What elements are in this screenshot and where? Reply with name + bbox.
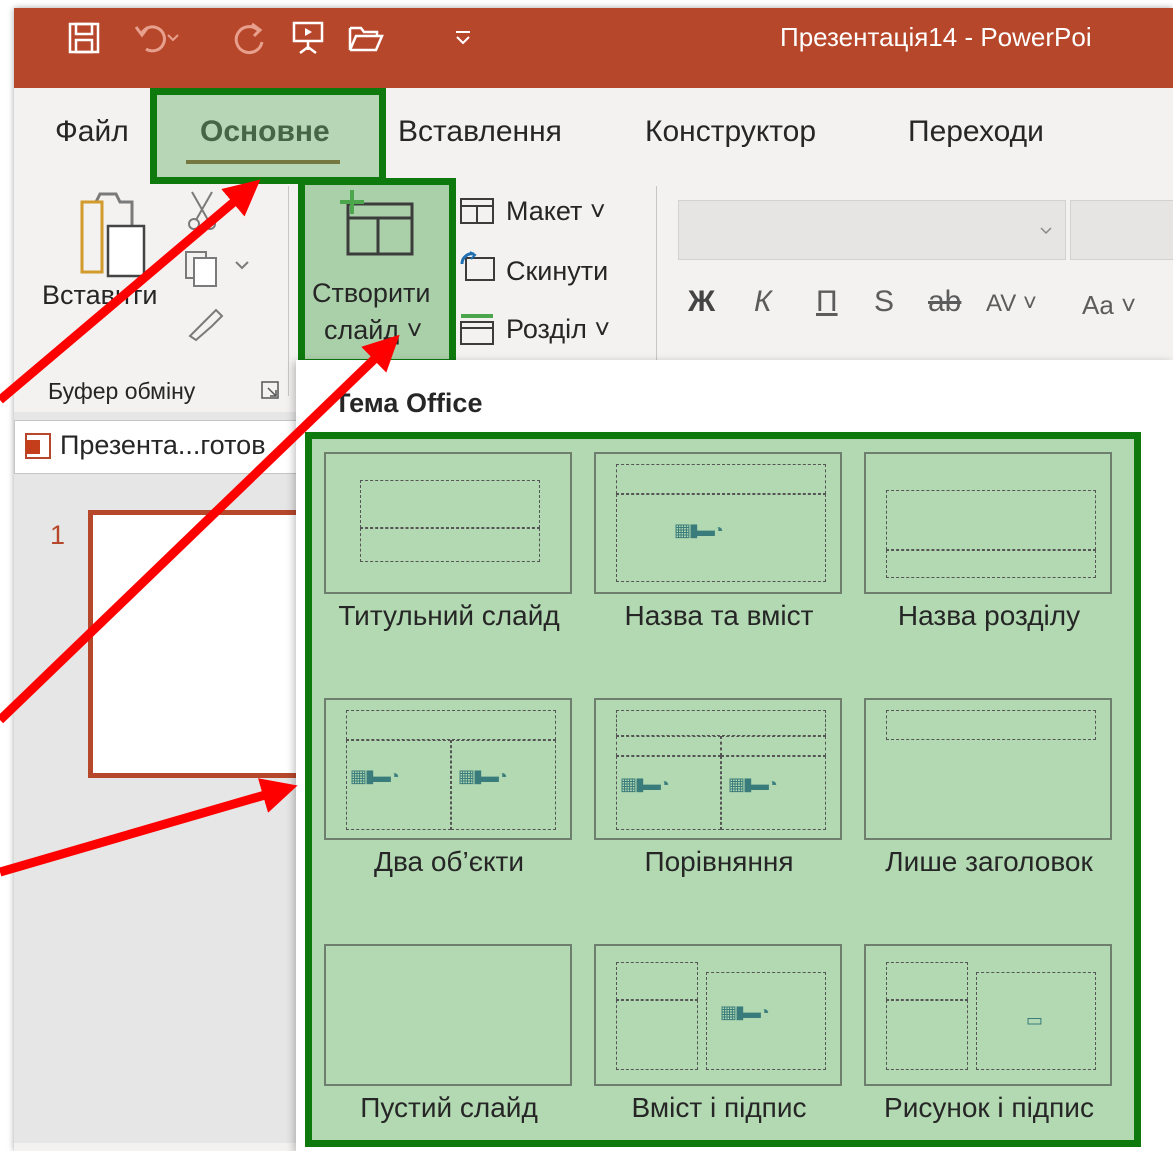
arrow-to-home-tab [0,179,261,404]
arrow-to-new-slide [0,334,400,724]
arrow-to-layout-gallery [0,778,298,877]
annotation-arrows [0,179,400,877]
